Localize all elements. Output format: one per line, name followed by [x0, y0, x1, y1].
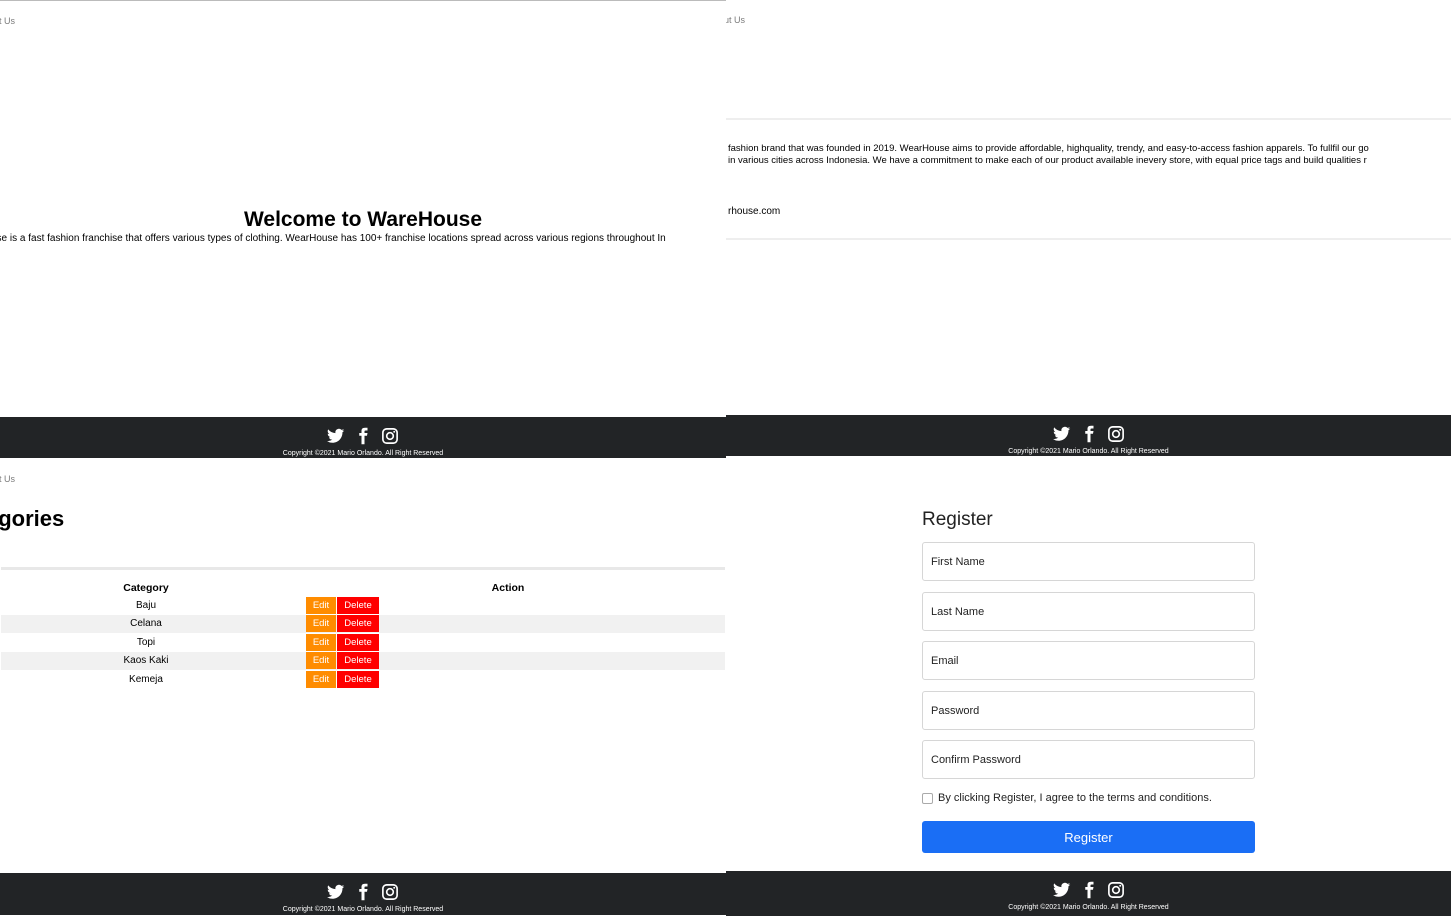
categories-table: Category Action Baju Edit Delete Celana E…	[1, 580, 725, 689]
copyright-text: Copyright ©2021 Mario Orlando. All Right…	[282, 906, 444, 913]
instagram-icon[interactable]	[381, 883, 399, 901]
table-row: Baju Edit Delete	[1, 596, 725, 615]
instagram-icon[interactable]	[1107, 881, 1125, 899]
about-text-line: in various cities across Indonesia. We h…	[728, 155, 1367, 166]
table-row: Topi Edit Delete	[1, 633, 725, 652]
password-field[interactable]	[922, 691, 1255, 730]
categories-title: egories	[0, 506, 65, 531]
terms-label: By clicking Register, I agree to the ter…	[938, 792, 1212, 804]
category-name: Celana	[1, 614, 291, 633]
about-panel: ut Us fashion brand that was founded in …	[726, 0, 1451, 456]
delete-button[interactable]: Delete	[337, 596, 379, 614]
footer: Copyright ©2021 Mario Orlando. All Right…	[726, 871, 1451, 916]
nav-about-link[interactable]: ut Us	[0, 474, 15, 484]
facebook-icon[interactable]	[354, 883, 372, 901]
first-name-input[interactable]	[923, 543, 1254, 580]
nav-about-link[interactable]: ut Us	[0, 16, 15, 26]
delete-button[interactable]: Delete	[337, 670, 379, 688]
twitter-icon[interactable]	[327, 883, 345, 901]
register-title: Register	[922, 509, 993, 530]
password-input[interactable]	[923, 692, 1254, 729]
footer: Copyright ©2021 Mario Orlando. All Right…	[0, 417, 726, 458]
instagram-icon[interactable]	[381, 427, 399, 445]
delete-button[interactable]: Delete	[337, 615, 379, 633]
nav-about-link[interactable]: ut Us	[726, 15, 745, 25]
copyright-text: Copyright ©2021 Mario Orlando. All Right…	[282, 450, 444, 457]
divider	[1, 567, 725, 570]
edit-button[interactable]: Edit	[306, 633, 336, 651]
edit-button[interactable]: Edit	[306, 596, 336, 614]
copyright-text: Copyright ©2021 Mario Orlando. All Right…	[1008, 448, 1169, 455]
table-row: Celana Edit Delete	[1, 614, 725, 633]
contact-email: rhouse.com	[728, 206, 781, 217]
last-name-field[interactable]	[922, 592, 1255, 631]
last-name-input[interactable]	[923, 593, 1254, 630]
facebook-icon[interactable]	[354, 427, 372, 445]
home-panel: ut Us Welcome to WareHouse use is a fast…	[0, 0, 726, 458]
page-title: Welcome to WareHouse	[243, 208, 483, 231]
email-field[interactable]	[922, 641, 1255, 680]
column-header-category: Category	[123, 582, 169, 594]
delete-button[interactable]: Delete	[337, 633, 379, 651]
category-name: Kaos Kaki	[1, 651, 291, 670]
divider	[726, 118, 1451, 120]
edit-button[interactable]: Edit	[306, 615, 336, 633]
divider	[726, 238, 1451, 240]
category-name: Topi	[136, 636, 156, 648]
twitter-icon[interactable]	[1052, 881, 1071, 899]
footer: Copyright ©2021 Mario Orlando. All Right…	[726, 415, 1451, 456]
register-button[interactable]: Register	[922, 821, 1255, 853]
column-header-action: Action	[491, 582, 525, 594]
first-name-field[interactable]	[922, 542, 1255, 581]
instagram-icon[interactable]	[1107, 425, 1125, 443]
table-row: Kaos Kaki Edit Delete	[1, 651, 725, 670]
home-description: use is a fast fashion franchise that off…	[0, 233, 666, 244]
footer: Copyright ©2021 Mario Orlando. All Right…	[0, 873, 726, 915]
facebook-icon[interactable]	[1080, 425, 1098, 443]
edit-button[interactable]: Edit	[306, 670, 336, 688]
about-text-line: fashion brand that was founded in 2019. …	[728, 143, 1369, 154]
twitter-icon[interactable]	[327, 427, 345, 445]
table-row: Kemeja Edit Delete	[1, 670, 725, 689]
twitter-icon[interactable]	[1052, 425, 1071, 443]
email-input[interactable]	[923, 642, 1254, 679]
confirm-password-field[interactable]	[922, 740, 1255, 779]
terms-checkbox[interactable]	[922, 793, 933, 804]
facebook-icon[interactable]	[1080, 881, 1098, 899]
delete-button[interactable]: Delete	[337, 652, 379, 670]
edit-button[interactable]: Edit	[306, 652, 336, 670]
category-name: Kemeja	[129, 673, 163, 685]
confirm-password-input[interactable]	[923, 741, 1254, 778]
category-name: Baju	[135, 599, 156, 611]
copyright-text: Copyright ©2021 Mario Orlando. All Right…	[1008, 904, 1169, 911]
